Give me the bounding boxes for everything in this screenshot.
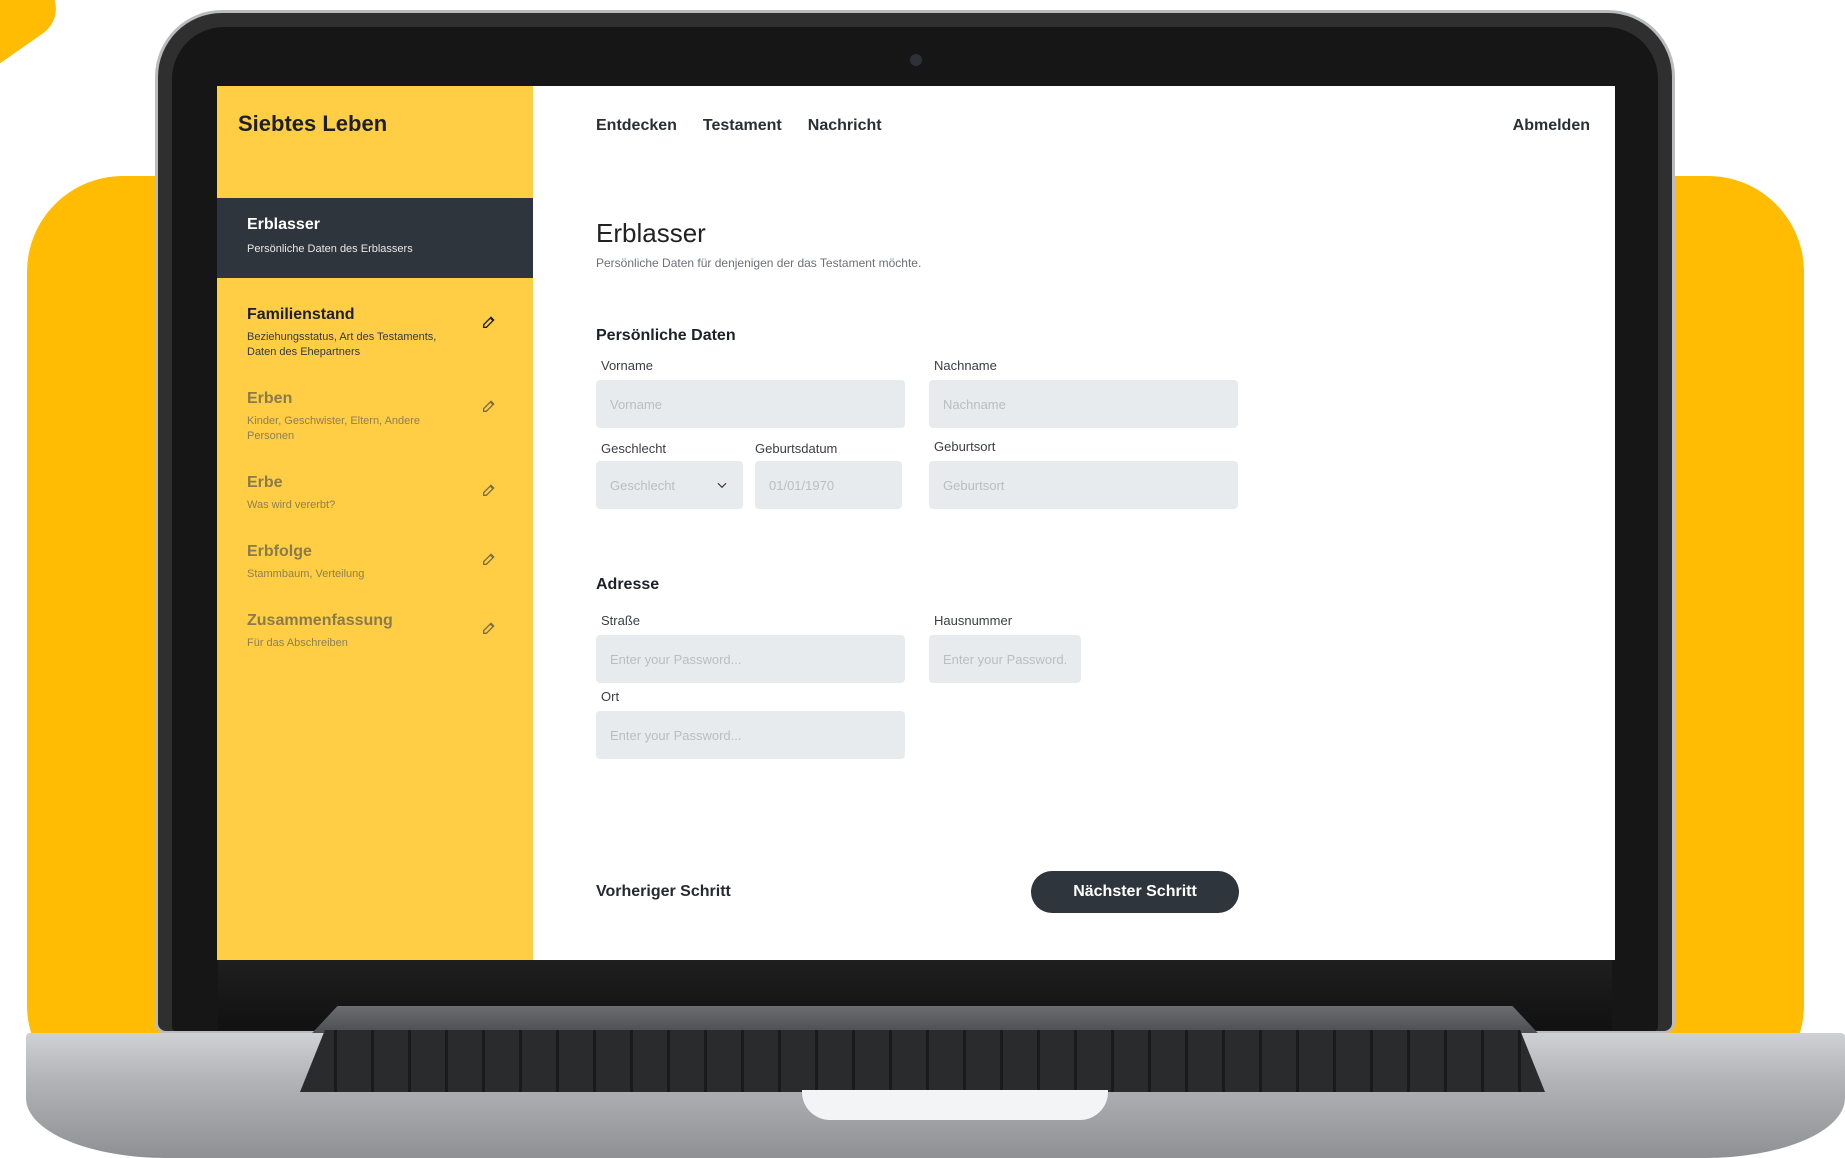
- ort-input[interactable]: [596, 711, 905, 759]
- laptop-keys: [300, 1030, 1545, 1092]
- hausnummer-label: Hausnummer: [934, 613, 1013, 628]
- geburtsort-label: Geburtsort: [934, 439, 996, 454]
- hausnummer-input[interactable]: [929, 635, 1081, 683]
- sidebar-step-subtitle: Was wird vererbt?: [247, 499, 336, 511]
- sidebar-step-subtitle: Kinder, Geschwister, Eltern, Andere Pers…: [247, 415, 421, 442]
- nachname-label: Nachname: [934, 358, 997, 373]
- sidebar-step-title: Erbe: [247, 474, 283, 491]
- sidebar-step-subtitle: Persönliche Daten des Erblassers: [247, 243, 413, 255]
- nachname-input[interactable]: [929, 380, 1238, 428]
- sidebar-step-erben[interactable]: Erben Kinder, Geschwister, Eltern, Ander…: [247, 390, 517, 444]
- sidebar-step-subtitle: Stammbaum, Verteilung: [247, 568, 365, 580]
- geburtsdatum-label: Geburtsdatum: [755, 441, 838, 456]
- chevron-down-icon: [717, 482, 727, 489]
- sidebar-step-erblasser[interactable]: Erblasser Persönliche Daten des Erblasse…: [217, 198, 533, 278]
- next-step-button[interactable]: Nächster Schritt: [1031, 871, 1239, 913]
- section-heading-address: Adresse: [596, 576, 660, 593]
- app-screen: Siebtes Leben Erblasser Persönliche Date…: [217, 86, 1615, 960]
- nav-link-testament[interactable]: Testament: [703, 117, 782, 135]
- sidebar-step-title: Familienstand: [247, 306, 355, 323]
- sidebar-step-subtitle: Für das Abschreiben: [247, 637, 348, 649]
- edit-icon[interactable]: [481, 314, 497, 330]
- logout-link[interactable]: Abmelden: [1513, 117, 1590, 135]
- laptop-notch: [802, 1090, 1108, 1120]
- sidebar-step-familienstand[interactable]: Familienstand Beziehungsstatus, Art des …: [247, 306, 517, 360]
- top-nav: Entdecken Testament Nachricht: [596, 117, 882, 135]
- geschlecht-label: Geschlecht: [601, 441, 667, 456]
- sidebar-step-erbfolge[interactable]: Erbfolge Stammbaum, Verteilung: [247, 543, 517, 582]
- page-subtitle: Persönliche Daten für denjenigen der das…: [596, 256, 922, 270]
- camera-dot: [910, 54, 922, 66]
- sidebar-step-title: Erblasser: [247, 216, 320, 233]
- sidebar-step-subtitle: Beziehungsstatus, Art des Testaments, Da…: [247, 331, 437, 358]
- sidebar-step-erbe[interactable]: Erbe Was wird vererbt?: [247, 474, 517, 513]
- sidebar: Siebtes Leben Erblasser Persönliche Date…: [217, 86, 533, 960]
- edit-icon[interactable]: [481, 398, 497, 414]
- nav-link-nachricht[interactable]: Nachricht: [808, 117, 882, 135]
- sidebar-step-title: Erbfolge: [247, 543, 312, 560]
- sidebar-step-title: Zusammenfassung: [247, 612, 393, 629]
- section-heading-personal: Persönliche Daten: [596, 327, 736, 344]
- edit-icon[interactable]: [481, 551, 497, 567]
- brand-title: Siebtes Leben: [238, 111, 388, 136]
- geburtsort-input[interactable]: [929, 461, 1238, 509]
- vorname-input[interactable]: [596, 380, 905, 428]
- vorname-label: Vorname: [601, 358, 654, 373]
- previous-step-button[interactable]: Vorheriger Schritt: [596, 883, 731, 901]
- nav-link-entdecken[interactable]: Entdecken: [596, 117, 677, 135]
- geschlecht-select[interactable]: Geschlecht: [596, 461, 743, 509]
- strasse-input[interactable]: [596, 635, 905, 683]
- ort-label: Ort: [601, 689, 620, 704]
- geschlecht-select-value: Geschlecht: [610, 477, 676, 493]
- edit-icon[interactable]: [481, 482, 497, 498]
- sidebar-step-zusammenfassung[interactable]: Zusammenfassung Für das Abschreiben: [247, 612, 517, 651]
- strasse-label: Straße: [601, 613, 641, 628]
- sidebar-step-title: Erben: [247, 390, 293, 407]
- edit-icon[interactable]: [481, 620, 497, 636]
- page-title: Erblasser: [596, 218, 706, 248]
- decorative-stripe: [0, 0, 68, 68]
- geburtsdatum-input[interactable]: [755, 461, 902, 509]
